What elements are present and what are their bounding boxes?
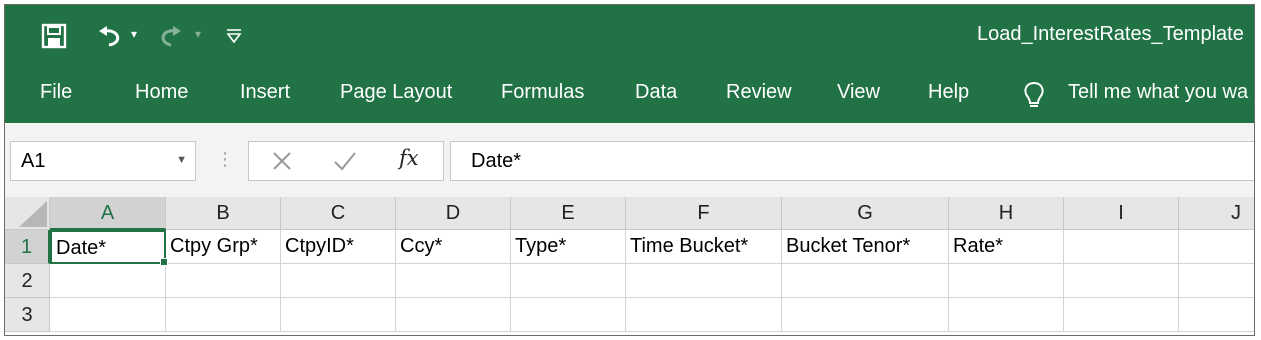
- cell-a3[interactable]: [50, 298, 166, 332]
- cell-b1[interactable]: Ctpy Grp*: [166, 230, 281, 264]
- cell-e3[interactable]: [511, 298, 626, 332]
- row-header-3[interactable]: 3: [5, 298, 50, 332]
- name-box-value: A1: [21, 150, 46, 172]
- formula-value: Date*: [471, 150, 522, 172]
- cell-f2[interactable]: [626, 264, 782, 298]
- column-header-b[interactable]: B: [166, 197, 281, 230]
- redo-dropdown-icon[interactable]: ▾: [195, 27, 201, 41]
- tab-home[interactable]: Home: [135, 81, 188, 104]
- select-all-button[interactable]: [5, 197, 50, 230]
- column-header-g[interactable]: G: [782, 197, 949, 230]
- cancel-icon[interactable]: [271, 150, 293, 172]
- tab-insert[interactable]: Insert: [240, 81, 290, 104]
- column-header-f[interactable]: F: [626, 197, 782, 230]
- tell-me-search[interactable]: Tell me what you wa: [1068, 81, 1248, 104]
- tab-formulas[interactable]: Formulas: [501, 81, 584, 104]
- name-box[interactable]: A1 ▼: [10, 141, 196, 181]
- tab-data[interactable]: Data: [635, 81, 677, 104]
- column-header-e[interactable]: E: [511, 197, 626, 230]
- undo-icon[interactable]: [93, 23, 127, 49]
- cell-a1[interactable]: Date*: [50, 230, 168, 266]
- cell-i1[interactable]: [1064, 230, 1179, 264]
- cell-d3[interactable]: [396, 298, 511, 332]
- cell-c3[interactable]: [281, 298, 396, 332]
- tab-view[interactable]: View: [837, 81, 880, 104]
- insert-function-button[interactable]: fx: [399, 146, 419, 170]
- fill-handle[interactable]: [160, 258, 168, 266]
- cell-d1[interactable]: Ccy*: [396, 230, 511, 264]
- formula-bar: A1 ▼ ⋮ fx Date*: [5, 123, 1254, 197]
- cell-c1[interactable]: CtpyID*: [281, 230, 396, 264]
- cell-g3[interactable]: [782, 298, 949, 332]
- formula-input[interactable]: Date*: [450, 141, 1254, 181]
- cell-e1[interactable]: Type*: [511, 230, 626, 264]
- customize-qat-icon[interactable]: [225, 27, 243, 45]
- cell-d2[interactable]: [396, 264, 511, 298]
- excel-window: ▾ ▾ Load_InterestRates_Template File Hom…: [4, 4, 1255, 336]
- tab-page-layout[interactable]: Page Layout: [340, 81, 452, 104]
- undo-dropdown-icon[interactable]: ▾: [131, 27, 137, 41]
- cell-j2[interactable]: [1179, 264, 1254, 298]
- column-header-a[interactable]: A: [50, 197, 166, 230]
- title-bar: ▾ ▾ Load_InterestRates_Template: [5, 5, 1254, 66]
- tab-file[interactable]: File: [40, 81, 72, 104]
- column-header-c[interactable]: C: [281, 197, 396, 230]
- save-icon[interactable]: [41, 23, 67, 49]
- chevron-down-icon[interactable]: ▼: [176, 154, 187, 166]
- tab-help[interactable]: Help: [928, 81, 969, 104]
- formula-buttons: fx: [248, 141, 444, 181]
- row-header-2[interactable]: 2: [5, 264, 50, 298]
- cell-g2[interactable]: [782, 264, 949, 298]
- cell-g1[interactable]: Bucket Tenor*: [782, 230, 949, 264]
- cell-b2[interactable]: [166, 264, 281, 298]
- cell-f1[interactable]: Time Bucket*: [626, 230, 782, 264]
- cell-b3[interactable]: [166, 298, 281, 332]
- cell-j3[interactable]: [1179, 298, 1254, 332]
- lightbulb-icon[interactable]: [1021, 80, 1047, 110]
- ribbon-tabs: File Home Insert Page Layout Formulas Da…: [5, 66, 1254, 123]
- cell-h3[interactable]: [949, 298, 1064, 332]
- column-header-j[interactable]: J: [1179, 197, 1254, 230]
- cell-h1[interactable]: Rate*: [949, 230, 1064, 264]
- cell-e2[interactable]: [511, 264, 626, 298]
- cell-j1[interactable]: [1179, 230, 1254, 264]
- cell-f3[interactable]: [626, 298, 782, 332]
- column-header-i[interactable]: I: [1064, 197, 1179, 230]
- cell-i3[interactable]: [1064, 298, 1179, 332]
- resize-grip-icon[interactable]: ⋮: [216, 149, 234, 170]
- checkmark-icon[interactable]: [333, 150, 357, 172]
- document-title: Load_InterestRates_Template: [977, 23, 1244, 45]
- worksheet-grid: A B C D E F G H I J 1 2 3 Date* Ctpy Grp…: [5, 197, 1254, 335]
- column-header-d[interactable]: D: [396, 197, 511, 230]
- redo-icon[interactable]: [157, 23, 187, 49]
- cell-i2[interactable]: [1064, 264, 1179, 298]
- cell-c2[interactable]: [281, 264, 396, 298]
- column-header-h[interactable]: H: [949, 197, 1064, 230]
- cell-h2[interactable]: [949, 264, 1064, 298]
- tab-review[interactable]: Review: [726, 81, 792, 104]
- cell-a2[interactable]: [50, 264, 166, 298]
- row-header-1[interactable]: 1: [5, 230, 50, 264]
